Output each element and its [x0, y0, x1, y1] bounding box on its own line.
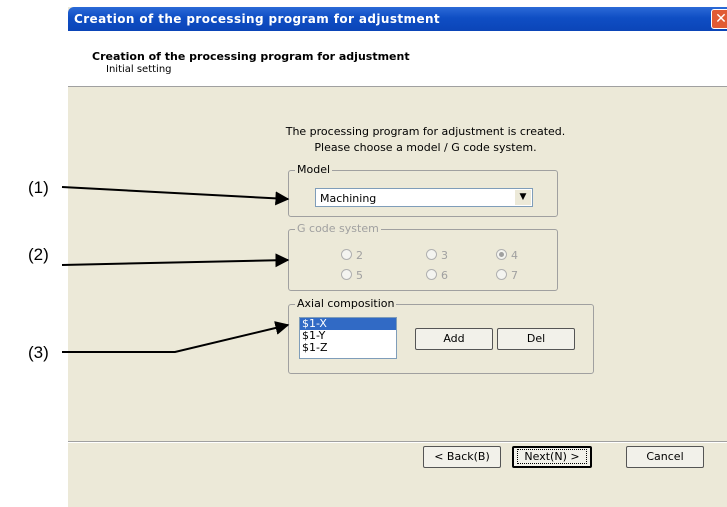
- callout-arrow-3: [62, 321, 290, 353]
- callout-arrow-1: [61, 186, 290, 206]
- callout-arrow-2: [61, 253, 290, 268]
- callout-arrows: [61, 186, 290, 353]
